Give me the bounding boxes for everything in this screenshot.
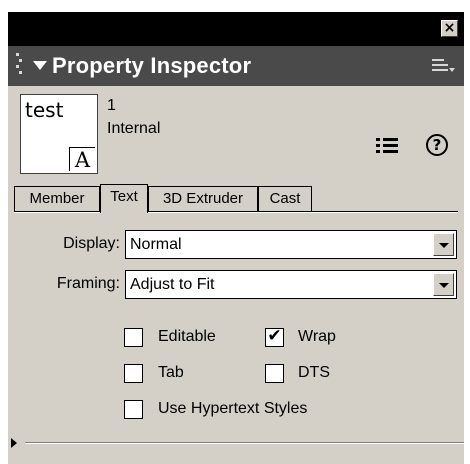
- framing-select[interactable]: Adjust to Fit: [125, 270, 457, 299]
- chevron-down-icon[interactable]: [433, 233, 454, 256]
- framing-value: Adjust to Fit: [130, 276, 215, 293]
- framing-label: Framing:: [56, 275, 120, 292]
- cast-library-name: Internal: [107, 120, 161, 137]
- editable-label: Editable: [158, 328, 216, 345]
- section-divider-highlight: [25, 443, 464, 444]
- panel-title: Property Inspector: [52, 53, 252, 78]
- dts-checkbox[interactable]: [265, 364, 284, 383]
- close-button[interactable]: ×: [441, 20, 458, 37]
- use-hypertext-styles-checkbox[interactable]: [124, 400, 143, 419]
- thumbnail-text: test: [25, 98, 64, 122]
- wrap-checkbox[interactable]: ✔: [265, 326, 284, 347]
- member-thumbnail[interactable]: test A: [20, 94, 98, 174]
- inspector-body: test A 1 Internal ? Member Text 3D Extru…: [8, 86, 464, 464]
- dts-label: DTS: [298, 364, 330, 381]
- checkmark-icon: ✔: [267, 326, 282, 346]
- tab-3d-extruder[interactable]: 3D Extruder: [148, 186, 258, 212]
- list-view-icon[interactable]: [376, 137, 398, 155]
- triangle-right-icon[interactable]: [11, 438, 17, 448]
- tab-divider-highlight: [14, 212, 458, 213]
- tab-label: Tab: [158, 364, 184, 381]
- tab-checkbox[interactable]: [124, 364, 143, 383]
- editable-checkbox[interactable]: [124, 328, 143, 347]
- tab-text[interactable]: Text: [100, 184, 148, 213]
- display-select[interactable]: Normal: [125, 230, 457, 259]
- display-label: Display:: [63, 235, 120, 252]
- window-titlebar[interactable]: ×: [8, 12, 464, 46]
- grip-icon[interactable]: [16, 53, 22, 79]
- member-number: 1: [107, 97, 116, 114]
- chevron-down-icon[interactable]: [433, 273, 454, 296]
- property-inspector-window: × Property Inspector test A 1 Internal ?…: [0, 0, 470, 464]
- tab-cast[interactable]: Cast: [258, 186, 312, 212]
- wrap-label: Wrap: [298, 328, 336, 345]
- tab-member[interactable]: Member: [14, 186, 100, 212]
- triangle-down-icon[interactable]: [33, 61, 47, 70]
- display-value: Normal: [130, 236, 182, 253]
- options-menu-icon[interactable]: [432, 56, 455, 76]
- use-hypertext-styles-label: Use Hypertext Styles: [158, 400, 308, 417]
- text-member-icon: A: [69, 147, 95, 172]
- panel-header[interactable]: Property Inspector: [8, 46, 464, 86]
- help-button[interactable]: ?: [426, 134, 448, 156]
